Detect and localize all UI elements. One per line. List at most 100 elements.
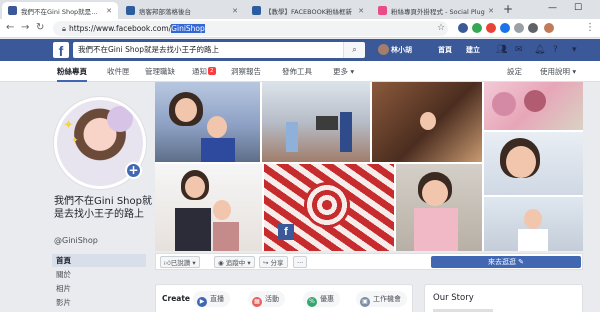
following-button[interactable]: ◉ 追蹤中 ▾ xyxy=(214,256,255,268)
close-icon[interactable]: ✕ xyxy=(488,7,494,15)
left-nav-home[interactable]: 首頁 xyxy=(52,254,146,267)
maximize-button[interactable]: ☐ xyxy=(574,0,582,17)
nav-home[interactable]: 首頁 xyxy=(438,39,452,61)
user-avatar[interactable] xyxy=(378,44,389,55)
facebook-header: f 我們不在Gini Shop就是去找小王子的路上 ⌕ 林小胡 首頁 建立 👥︎… xyxy=(0,39,600,61)
search-icon[interactable]: ⌕ xyxy=(343,42,365,58)
cover-photo-collage[interactable]: f xyxy=(155,82,583,251)
user-name[interactable]: 林小胡 xyxy=(391,39,412,61)
extension-icon[interactable] xyxy=(458,23,468,33)
liked-button[interactable]: 👍︎已說讚 ▾ xyxy=(160,256,200,268)
notifications-bell-icon[interactable]: 🔔︎ xyxy=(534,44,545,56)
profile-avatar[interactable] xyxy=(544,23,554,33)
left-nav-photos[interactable]: 相片 xyxy=(52,282,146,295)
browser-menu-icon[interactable]: ⋮ xyxy=(585,21,595,35)
friends-icon[interactable]: 👥︎ xyxy=(496,44,507,56)
create-offer-button[interactable]: % 優惠 xyxy=(303,291,340,307)
person-face xyxy=(185,176,205,198)
close-icon[interactable]: ✕ xyxy=(106,7,112,15)
extension-icon[interactable] xyxy=(486,23,496,33)
address-bar[interactable]: 🔒︎ https://www.facebook.com/GiniShop xyxy=(53,21,448,36)
following-label: 追蹤中 ▾ xyxy=(225,259,251,267)
pixnet-favicon-icon xyxy=(378,6,387,15)
extension-icon[interactable] xyxy=(514,23,524,33)
lock-icon: 🔒︎ xyxy=(62,24,66,33)
notification-count-badge: 2 xyxy=(208,67,216,75)
close-icon[interactable]: ✕ xyxy=(232,7,238,15)
jacket-shape xyxy=(201,138,235,162)
more-options-button[interactable]: ··· xyxy=(293,256,308,268)
new-tab-button[interactable]: + xyxy=(503,2,513,16)
extension-icon[interactable] xyxy=(500,23,510,33)
tab-inbox[interactable]: 收件匣 xyxy=(107,61,130,82)
tab-insights[interactable]: 洞察報告 xyxy=(231,61,261,82)
minimize-button[interactable]: — xyxy=(548,0,557,17)
forward-arrow-icon[interactable]: → xyxy=(21,21,29,35)
tab-jobs[interactable]: 管理職缺 xyxy=(145,61,175,82)
sparkle-icon: ✦ xyxy=(71,136,79,146)
tab-notifications[interactable]: 通知 2 xyxy=(192,61,216,82)
share-label: 分享 xyxy=(270,259,284,267)
account-menu-icon[interactable]: ▾ xyxy=(572,44,577,56)
left-nav-about[interactable]: 關於 xyxy=(52,268,146,281)
share-button[interactable]: ↪ 分享 xyxy=(259,256,288,268)
cover-photo xyxy=(484,132,583,195)
page-tab-bar: 粉絲專頁 收件匣 管理職缺 通知 2 洞察報告 發佈工具 更多 ▾ 設定 使用說明… xyxy=(0,61,600,82)
plush-toy xyxy=(524,90,546,112)
pixnet-favicon-icon xyxy=(252,6,261,15)
browser-tab-pixnet-admin[interactable]: 痞客邦部落格後台 ✕ xyxy=(120,2,244,19)
create-event-button[interactable]: ▦ 活動 xyxy=(248,291,285,307)
shop-now-button[interactable]: 來去逛逛 ✎ xyxy=(431,256,581,268)
pixnet-favicon-icon xyxy=(126,6,135,15)
person-face xyxy=(213,200,231,220)
person-face xyxy=(422,180,448,206)
help-icon[interactable]: ? xyxy=(553,44,558,56)
bookmark-star-icon[interactable]: ☆ xyxy=(437,21,445,36)
create-job-button[interactable]: ▣ 工作機會 xyxy=(356,291,407,307)
extension-icon[interactable] xyxy=(528,23,538,33)
tab-publishing-tools[interactable]: 發佈工具 xyxy=(282,61,312,82)
shirt-shape xyxy=(518,229,548,251)
nav-create[interactable]: 建立 xyxy=(466,39,480,61)
video-camera-icon: ▶ xyxy=(197,297,207,307)
person-face xyxy=(506,146,536,178)
create-post-box: Create ▶ 直播 ▦ 活動 % 優惠 ▣ 工作機會 xyxy=(155,284,413,312)
reload-icon[interactable]: ↻ xyxy=(36,21,44,35)
browser-tab-social-plugin[interactable]: 粉絲專頁外掛程式 - Social Plug ✕ xyxy=(372,2,500,19)
child-figure xyxy=(286,122,298,152)
our-story-box: Our Story xyxy=(424,284,583,312)
back-arrow-icon[interactable]: ← xyxy=(6,21,14,35)
tab-label: 痞客邦部落格後台 xyxy=(139,7,191,16)
left-nav-videos[interactable]: 影片 xyxy=(52,296,146,309)
page-action-bar: 👍︎已說讚 ▾ ◉ 追蹤中 ▾ ↪ 分享 ··· 來去逛逛 ✎ xyxy=(155,253,583,270)
messenger-icon[interactable]: ✉ xyxy=(515,44,523,56)
tab-more[interactable]: 更多 ▾ xyxy=(333,61,354,82)
left-nav: 首頁 關於 相片 影片 xyxy=(52,254,146,310)
tab-help[interactable]: 使用說明 ▾ xyxy=(540,61,576,82)
thumbs-up-icon: 👍︎ xyxy=(164,259,171,267)
add-photo-button[interactable]: + xyxy=(125,162,142,179)
browser-toolbar: ← → ↻ 🔒︎ https://www.facebook.com/GiniSho… xyxy=(0,19,600,38)
cover-photo xyxy=(155,82,260,162)
tab-page[interactable]: 粉絲專頁 xyxy=(57,61,87,82)
tab-settings[interactable]: 設定 xyxy=(507,61,522,82)
cover-photo xyxy=(396,164,482,251)
url-prefix: https://www.facebook.com/ xyxy=(69,24,172,33)
extension-icon[interactable] xyxy=(472,23,482,33)
liked-label: 已說讚 ▾ xyxy=(170,259,196,267)
close-icon[interactable]: ✕ xyxy=(358,7,364,15)
facebook-search-input[interactable]: 我們不在Gini Shop就是去找小王子的路上 xyxy=(73,42,356,58)
cover-photo xyxy=(372,82,482,162)
create-live-button[interactable]: ▶ 直播 xyxy=(193,291,230,307)
browser-tab-gini-shop[interactable]: 我們不在Gini Shop就是去找小王 ✕ xyxy=(2,2,118,19)
page-handle[interactable]: @GiniShop xyxy=(54,236,98,245)
create-offer-label: 優惠 xyxy=(320,295,334,303)
person-face xyxy=(207,116,227,138)
browser-tab-fb-tutorial[interactable]: 【教學】FACEBOOK粉絲框新 ✕ xyxy=(246,2,370,19)
facebook-logo-icon[interactable]: f xyxy=(53,42,69,59)
share-arrow-icon: ↪ xyxy=(263,259,269,267)
calendar-icon: ▦ xyxy=(252,297,262,307)
tab-label: 【教學】FACEBOOK粉絲框新 xyxy=(265,7,352,16)
screen: 我們不在Gini Shop就是去找小王 ✕ 痞客邦部落格後台 ✕ 【教學】FAC… xyxy=(0,0,600,312)
person-face xyxy=(420,112,436,130)
